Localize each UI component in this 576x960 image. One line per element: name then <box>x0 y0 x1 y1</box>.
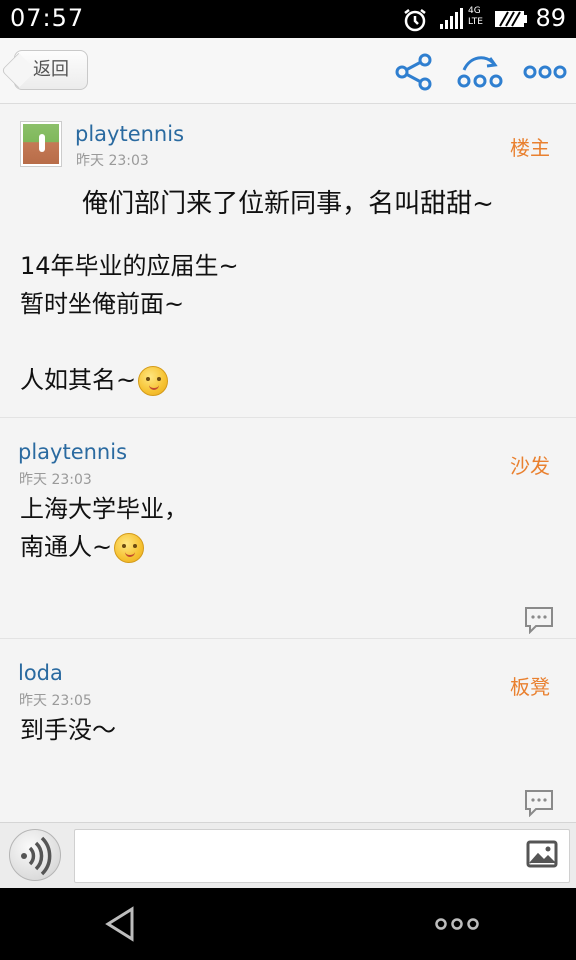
image-icon[interactable] <box>526 840 558 868</box>
voice-button[interactable] <box>9 829 61 881</box>
battery-icon <box>495 11 527 27</box>
back-button[interactable]: 返回 <box>14 50 88 90</box>
post-time: 昨天 23:03 <box>76 153 149 169</box>
post-body: 到手没～ <box>20 711 116 749</box>
body-line: 人如其名~ <box>20 366 137 394</box>
network-4g: 4G <box>468 6 481 16</box>
post-time: 昨天 23:03 <box>19 472 92 488</box>
floor-label: 沙发 <box>510 454 550 478</box>
post-body: 14年毕业的应届生~ 暂时坐俺前面~ 人如其名~ <box>20 247 239 399</box>
body-line: 14年毕业的应届生~ <box>20 252 239 280</box>
post-author[interactable]: loda <box>18 661 63 685</box>
voice-icon <box>21 836 52 876</box>
post-reply: loda 昨天 23:05 板凳 到手没～ <box>0 639 576 822</box>
system-nav-bar <box>0 888 576 960</box>
network-type: 4G LTE <box>468 6 483 28</box>
back-triangle-icon[interactable] <box>104 906 136 942</box>
comment-icon[interactable] <box>524 606 554 634</box>
redirect-icon[interactable] <box>456 52 504 92</box>
post-op: playtennis 昨天 23:03 楼主 俺们部门来了位新同事，名叫甜甜~ … <box>0 105 576 418</box>
share-icon[interactable] <box>394 52 434 92</box>
post-title: 俺们部门来了位新同事，名叫甜甜~ <box>82 189 494 219</box>
body-line: 暂时坐俺前面~ <box>20 290 185 318</box>
status-bar: 07:57 4G LTE 89 <box>0 0 576 38</box>
more-icon[interactable] <box>522 52 568 92</box>
smile-emoji-icon <box>138 366 169 396</box>
battery-percent: 89 <box>535 4 566 32</box>
post-reply: playtennis 昨天 23:03 沙发 上海大学毕业， 南通人~ <box>0 418 576 639</box>
floor-label: 板凳 <box>510 675 550 699</box>
top-bar: 返回 <box>0 38 576 104</box>
signal-icon <box>440 8 463 29</box>
post-author[interactable]: playtennis <box>75 122 184 146</box>
body-line: 到手没～ <box>20 716 116 744</box>
smile-emoji-icon <box>114 533 145 563</box>
post-time: 昨天 23:05 <box>19 693 92 709</box>
body-line: 上海大学毕业， <box>20 495 188 523</box>
back-label: 返回 <box>33 59 69 80</box>
avatar[interactable] <box>20 121 62 167</box>
post-author[interactable]: playtennis <box>18 440 127 464</box>
alarm-icon <box>404 9 426 32</box>
post-body: 上海大学毕业， 南通人~ <box>20 490 188 566</box>
network-lte: LTE <box>468 17 483 27</box>
body-line: 南通人~ <box>20 533 113 561</box>
menu-dots-icon[interactable] <box>434 914 480 934</box>
reply-bar <box>0 822 576 888</box>
status-time: 07:57 <box>10 4 85 32</box>
reply-input[interactable] <box>74 829 570 883</box>
avatar-image <box>23 124 59 164</box>
comment-icon[interactable] <box>524 789 554 817</box>
floor-label: 楼主 <box>510 136 550 160</box>
